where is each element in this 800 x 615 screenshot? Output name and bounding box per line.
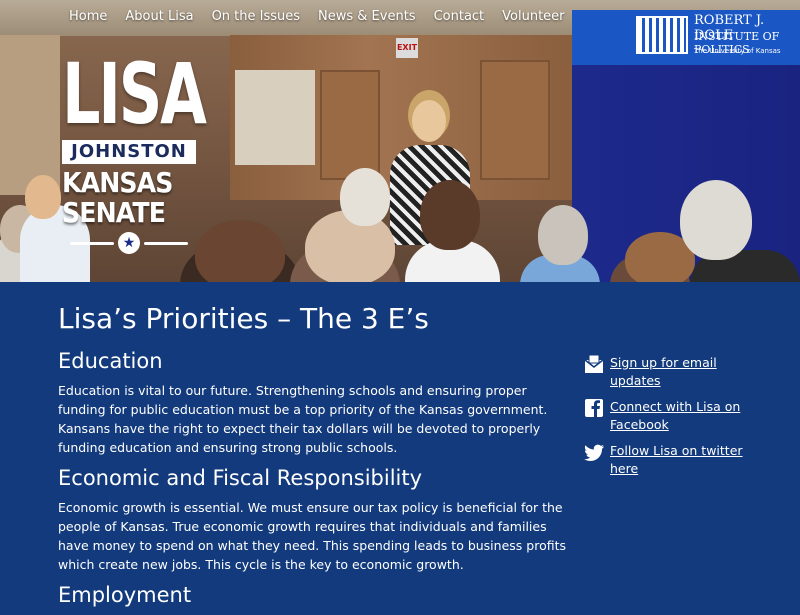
section-text-education: Education is vital to our future. Streng… [58,383,548,455]
nav-item-news-events[interactable]: News & Events [309,0,425,34]
top-navigation: Home About Lisa On the Issues News & Eve… [0,0,800,34]
page-title: Lisa’s Priorities – The 3 E’s [58,302,429,335]
wall-board [235,70,315,165]
email-signup-link-row: Sign up for email updates [583,354,753,390]
audience-member [25,175,61,219]
logo-last-name: JOHNSTON [62,140,196,164]
star-icon: ★ [118,232,140,254]
logo-state: KANSAS [62,166,173,199]
logo-ornament: ★ [62,232,196,254]
section-heading-employment: Employment [58,583,192,607]
hero-photo: EXIT ROBERT J. DOLE INSTITUTE OF POLITIC… [0,0,800,282]
main-content: Lisa’s Priorities – The 3 E’s Education … [0,282,800,607]
audience-member [195,220,285,282]
section-text-economic: Economic growth is essential. We must en… [58,500,567,572]
section-heading-economic: Economic and Fiscal Responsibility [58,466,423,490]
nav-item-contact[interactable]: Contact [425,0,494,34]
logo-first-name: LISA [62,45,207,143]
speaker-head [412,100,446,142]
facebook-link[interactable]: Connect with Lisa on Facebook [610,398,753,434]
logo-office: SENATE [62,196,166,229]
audience-member [340,168,390,226]
nav-item-about-lisa[interactable]: About Lisa [116,0,202,34]
wall [0,35,60,195]
envelope-icon [584,354,604,373]
banner-university: The University of Kansas [694,47,781,55]
facebook-link-row: Connect with Lisa on Facebook [583,398,753,434]
wood-panel [480,60,550,180]
nav-item-on-the-issues[interactable]: On the Issues [203,0,309,34]
audience-member [538,205,588,265]
nav-item-volunteer[interactable]: Volunteer [493,0,573,34]
exit-sign: EXIT [396,38,418,58]
ornament-line [70,241,114,245]
twitter-link-row: Follow Lisa on twitter here [583,442,753,478]
ornament-line [144,241,188,245]
facebook-icon [585,399,603,417]
campaign-logo[interactable]: LISA JOHNSTON KANSAS SENATE ★ [62,45,207,254]
social-sidebar: Sign up for email updates Connect with L… [583,354,753,486]
priorities-article: Education Education is vital to our futu… [58,348,570,615]
email-signup-link[interactable]: Sign up for email updates [610,354,753,390]
nav-item-home[interactable]: Home [60,0,116,34]
twitter-link[interactable]: Follow Lisa on twitter here [610,442,753,478]
twitter-icon [584,444,604,461]
audience-member [680,180,752,260]
audience-member [420,180,480,250]
section-heading-education: Education [58,349,163,373]
wood-panel [320,70,380,180]
